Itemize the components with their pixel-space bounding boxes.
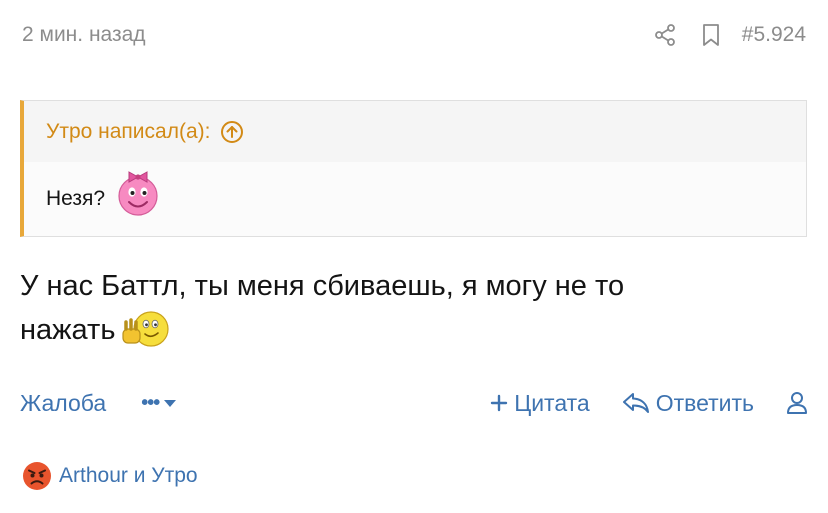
waving-smiley-icon xyxy=(121,309,171,362)
post-header: 2 мин. назад #5.924 xyxy=(22,18,806,52)
post-actions-bar: Жалоба ••• Цитата Ответить xyxy=(20,385,808,421)
reply-arrow-icon xyxy=(622,391,650,415)
post-header-actions: #5.924 xyxy=(652,22,806,48)
quote-button[interactable]: Цитата xyxy=(490,390,590,417)
share-icon[interactable] xyxy=(652,22,678,48)
pink-bow-smiley-icon xyxy=(115,166,161,218)
plus-icon xyxy=(490,394,508,412)
reaction-users-link[interactable]: Arthour и Утро xyxy=(59,464,198,488)
message-line-2-text: нажать xyxy=(20,314,116,346)
quote-block: Утро написал(а): Незя? xyxy=(20,100,807,237)
post-message: У нас Баттл, ты меня сбиваешь, я могу не… xyxy=(20,264,810,362)
angry-face-icon xyxy=(22,461,52,491)
quote-body: Незя? xyxy=(24,162,806,236)
quote-button-label: Цитата xyxy=(514,389,590,416)
reactions-bar: Arthour и Утро xyxy=(22,460,198,492)
post-time[interactable]: 2 мин. назад xyxy=(22,23,146,47)
message-line-2: нажать xyxy=(20,308,810,362)
reply-button[interactable]: Ответить xyxy=(622,390,754,417)
more-actions-button[interactable]: ••• xyxy=(141,392,177,415)
quote-text: Незя? xyxy=(46,187,106,210)
caret-down-icon xyxy=(163,398,177,408)
message-line-1: У нас Баттл, ты меня сбиваешь, я могу не… xyxy=(20,270,625,302)
bookmark-icon[interactable] xyxy=(698,22,724,48)
report-link[interactable]: Жалоба xyxy=(20,390,106,417)
quote-author[interactable]: Утро написал(а): xyxy=(46,120,210,144)
arrow-up-circle-icon[interactable] xyxy=(220,120,244,144)
post-number-link[interactable]: #5.924 xyxy=(742,23,806,47)
quote-header: Утро написал(а): xyxy=(24,101,806,162)
reply-button-label: Ответить xyxy=(655,389,754,416)
user-icon[interactable] xyxy=(786,391,808,415)
more-dots: ••• xyxy=(141,391,160,414)
